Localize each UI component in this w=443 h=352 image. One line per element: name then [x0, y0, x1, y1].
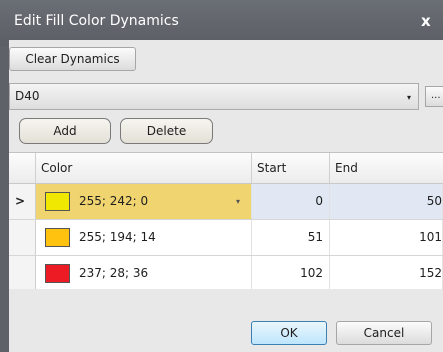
column-header-end[interactable]: End — [330, 153, 443, 183]
color-value: 237; 28; 36 — [79, 266, 149, 280]
grid-header: Color Start End — [9, 153, 443, 184]
end-cell[interactable]: 50 — [330, 184, 443, 219]
close-icon[interactable]: x — [421, 12, 431, 30]
edit-fill-color-dynamics-dialog: Edit Fill Color Dynamics x Clear Dynamic… — [0, 0, 443, 352]
end-cell[interactable]: 101 — [330, 220, 443, 255]
color-cell[interactable]: 255; 242; 0 ▾ — [36, 184, 252, 219]
grid-empty-area — [9, 289, 443, 311]
current-row-icon: > — [15, 194, 26, 208]
color-swatch — [45, 264, 70, 283]
start-cell[interactable]: 102 — [252, 256, 330, 289]
color-swatch — [45, 228, 70, 247]
tag-select[interactable]: D40 ▾ — [9, 83, 419, 110]
add-button[interactable]: Add — [19, 118, 111, 144]
chevron-down-icon[interactable]: ▾ — [236, 184, 240, 219]
column-header-color[interactable]: Color — [36, 153, 252, 183]
cancel-button[interactable]: Cancel — [336, 321, 432, 345]
tag-select-value: D40 — [15, 89, 40, 103]
row-indicator: > — [9, 184, 36, 219]
color-swatch — [45, 192, 70, 211]
chevron-down-icon[interactable]: ▾ — [407, 93, 411, 102]
delete-button[interactable]: Delete — [120, 118, 213, 144]
color-value: 255; 194; 14 — [79, 230, 156, 244]
color-cell[interactable]: 237; 28; 36 — [36, 256, 252, 289]
window-title: Edit Fill Color Dynamics — [14, 13, 179, 29]
clear-dynamics-button[interactable]: Clear Dynamics — [9, 47, 136, 71]
start-cell[interactable]: 51 — [252, 220, 330, 255]
column-header-start[interactable]: Start — [252, 153, 330, 183]
row-indicator-header — [9, 153, 36, 183]
row-indicator — [9, 220, 36, 255]
row-indicator — [9, 256, 36, 289]
start-cell[interactable]: 0 — [252, 184, 330, 219]
ok-button[interactable]: OK — [251, 321, 327, 345]
table-row[interactable]: 237; 28; 36 102 152 — [9, 256, 443, 289]
color-value: 255; 242; 0 — [79, 194, 149, 208]
table-row[interactable]: 255; 194; 14 51 101 — [9, 220, 443, 256]
end-cell[interactable]: 152 — [330, 256, 443, 289]
dynamics-grid: Color Start End > 255; 242; 0 ▾ 0 50 255… — [9, 152, 443, 289]
table-row[interactable]: > 255; 242; 0 ▾ 0 50 — [9, 184, 443, 220]
browse-button[interactable]: ... — [425, 86, 443, 107]
color-cell[interactable]: 255; 194; 14 — [36, 220, 252, 255]
